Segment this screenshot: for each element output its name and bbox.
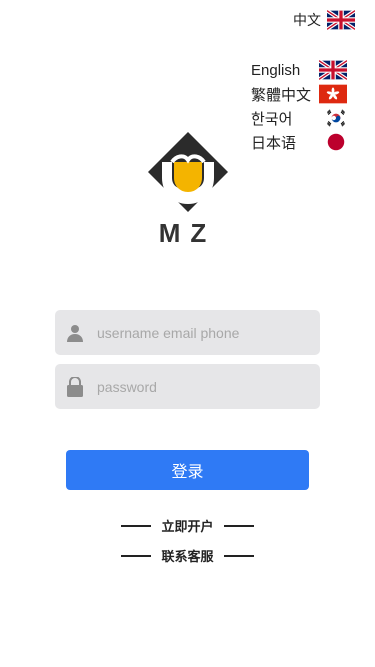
uk-flag-icon: [327, 10, 355, 30]
login-button[interactable]: 登录: [66, 450, 309, 490]
username-field[interactable]: [55, 310, 320, 355]
language-option-english[interactable]: English: [251, 60, 347, 80]
japan-flag-icon: [325, 131, 347, 153]
current-language-label: 中文: [293, 12, 321, 28]
password-field[interactable]: [55, 364, 320, 409]
korea-flag-icon: [325, 107, 347, 129]
open-account-label: 立即开户: [161, 519, 214, 534]
contact-service-link[interactable]: 联系客服: [0, 546, 375, 565]
password-input[interactable]: [95, 377, 309, 396]
open-account-link[interactable]: 立即开户: [0, 516, 375, 535]
username-input[interactable]: [95, 323, 309, 342]
language-switch[interactable]: 中文: [293, 10, 355, 30]
lock-icon: [55, 376, 95, 397]
hong-kong-flag-icon: [319, 84, 347, 104]
language-option-label: 한국어: [251, 110, 293, 128]
language-option-traditional-chinese[interactable]: 繁體中文: [251, 84, 347, 104]
user-icon: [55, 324, 95, 342]
language-option-japanese[interactable]: 日本语: [251, 131, 347, 153]
language-option-label: 日本语: [251, 134, 297, 152]
language-option-label: English: [251, 61, 301, 79]
language-option-korean[interactable]: 한국어: [251, 107, 347, 129]
uk-flag-icon: [319, 60, 347, 80]
divider: [121, 554, 152, 557]
language-menu: English 繁體中文 한국어 日本语: [251, 60, 347, 153]
contact-service-label: 联系客服: [161, 549, 214, 564]
divider: [223, 554, 254, 557]
brand-name: MZ: [158, 218, 217, 248]
divider: [121, 524, 152, 527]
divider: [223, 524, 254, 527]
language-option-label: 繁體中文: [251, 86, 312, 104]
